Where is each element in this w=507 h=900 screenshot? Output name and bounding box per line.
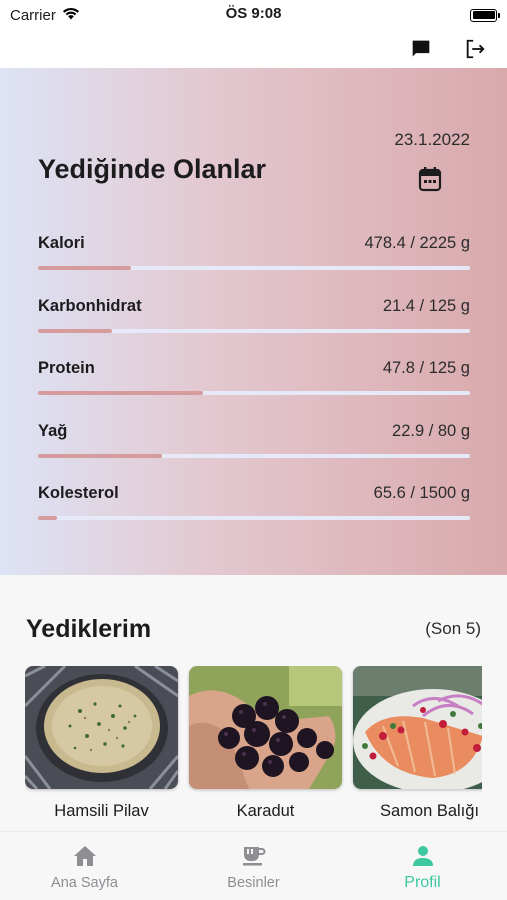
battery-icon: [470, 8, 500, 22]
cup-icon: [242, 845, 266, 872]
chat-icon[interactable]: [409, 37, 433, 61]
list-clip-edge: [0, 549, 507, 575]
person-icon: [411, 845, 435, 872]
nutrient-progress-track: [38, 453, 470, 458]
tab-bar: Ana Sayfa Besinler Profil: [0, 831, 507, 900]
nutrient-row: Yağ 22.9 / 80 g: [38, 420, 470, 483]
calendar-icon[interactable]: [417, 166, 443, 192]
nutrient-value: 47.8 / 125 g: [382, 359, 470, 377]
nutrient-progress-track: [38, 266, 470, 270]
food-card[interactable]: Samon Balığı: [353, 666, 482, 821]
nutrient-row: Karbonhidrat 21.4 / 125 g: [38, 295, 470, 358]
food-name: Hamsili Pilav: [54, 802, 149, 820]
eaten-section: Yediklerim (Son 5) Hamsili Pilav Karadut…: [0, 575, 507, 831]
food-name: Samon Balığı: [379, 802, 480, 820]
food-card[interactable]: Karadut: [189, 666, 342, 821]
blackberries-image: [189, 666, 342, 789]
summary-title: Yediğinde Olanlar: [38, 154, 267, 184]
nutrient-progress-track: [38, 328, 470, 333]
eaten-title: Yediklerim: [26, 615, 152, 643]
home-icon: [73, 845, 97, 872]
status-bar: Carrier ÖS 9:08: [0, 0, 507, 30]
nutrient-list: Kalori 478.4 / 2225 g Karbonhidrat 21.4 / 1…: [38, 232, 470, 575]
food-carousel[interactable]: Hamsili Pilav Karadut Samon Balığı: [25, 666, 482, 826]
tab-profile[interactable]: Profil: [338, 832, 507, 900]
nutrient-progress-track: [38, 391, 470, 395]
nutrient-row: Kolesterol 65.6 / 1500 g: [38, 482, 470, 545]
nutrient-label: Yağ: [38, 421, 68, 440]
eaten-count: (Son 5): [425, 619, 481, 638]
tab-label: Besinler: [227, 875, 280, 891]
nutrient-value: 22.9 / 80 g: [392, 421, 470, 440]
nutrient-row: Protein 47.8 / 125 g: [38, 357, 470, 420]
nutrient-progress-fill: [38, 516, 57, 520]
nutrient-value: 478.4 / 2225 g: [364, 234, 470, 252]
nutrient-progress-track: [38, 516, 470, 520]
tab-home[interactable]: Ana Sayfa: [0, 832, 169, 900]
tab-foods[interactable]: Besinler: [169, 832, 338, 900]
nutrient-label: Karbonhidrat: [38, 296, 142, 315]
status-time: ÖS 9:08: [225, 5, 282, 22]
food-name: Karadut: [236, 802, 295, 820]
app-bar: [0, 30, 507, 68]
nutrient-label: Kolesterol: [38, 484, 119, 502]
rice-dish-image: [25, 666, 178, 789]
nutrient-progress-fill: [38, 328, 112, 333]
nutrition-summary-card: 23.1.2022 Yediğinde Olanlar Kalori 478.4 …: [0, 68, 507, 575]
nutrient-value: 65.6 / 1500 g: [373, 484, 470, 502]
nutrient-progress-fill: [38, 453, 162, 458]
tab-label: Profil: [404, 874, 441, 891]
logout-icon[interactable]: [463, 37, 487, 61]
nutrient-label: Protein: [38, 359, 95, 377]
salmon-dish-image: [353, 666, 482, 789]
nutrient-row: Kalori 478.4 / 2225 g: [38, 232, 470, 295]
summary-date: 23.1.2022: [394, 130, 470, 149]
tab-label: Ana Sayfa: [51, 875, 118, 891]
nutrient-value: 21.4 / 125 g: [382, 296, 470, 315]
nutrient-progress-fill: [38, 391, 204, 395]
food-card[interactable]: Hamsili Pilav: [25, 666, 178, 821]
nutrient-progress-fill: [38, 266, 131, 270]
nutrient-label: Kalori: [38, 234, 85, 252]
